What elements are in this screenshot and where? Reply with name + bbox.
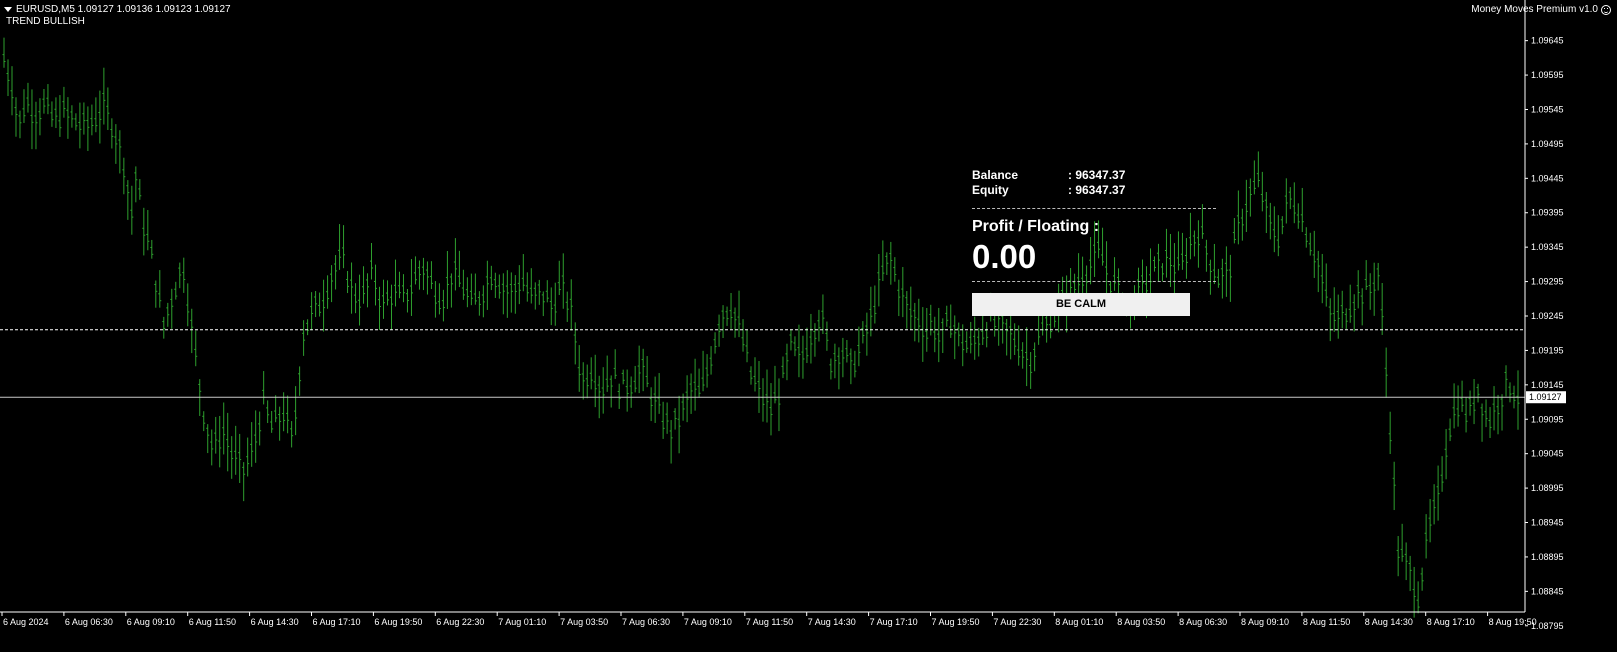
- x-tick-label: 7 Aug 22:30: [993, 617, 1041, 627]
- symbol-quote: EURUSD,M5 1.09127 1.09136 1.09123 1.0912…: [16, 4, 231, 15]
- dropdown-arrow-icon[interactable]: [4, 7, 12, 12]
- price-chart[interactable]: 1.09645 1.09595 1.09545 1.09495 1.09445 1.093…: [0, 0, 1617, 652]
- y-tick-label: 1.09545: [1531, 104, 1564, 114]
- equity-label: Equity: [972, 183, 1009, 197]
- x-tick-label: 7 Aug 09:10: [684, 617, 732, 627]
- divider: [972, 281, 1216, 282]
- x-tick-label: 7 Aug 17:10: [870, 617, 918, 627]
- y-tick-label: 1.08995: [1531, 483, 1564, 493]
- x-tick-label: 6 Aug 09:10: [127, 617, 175, 627]
- x-tick-label: 8 Aug 06:30: [1179, 617, 1227, 627]
- x-tick-label: 7 Aug 19:50: [932, 617, 980, 627]
- y-tick-label: 1.09495: [1531, 139, 1564, 149]
- x-tick-label: 8 Aug 11:50: [1303, 617, 1350, 627]
- account-panel: Balance : 96347.37 Equity : 96347.37 Pro…: [972, 168, 1216, 316]
- y-tick-label: 1.09095: [1531, 414, 1564, 424]
- current-price-label: 1.09127: [1529, 392, 1562, 402]
- be-calm-button[interactable]: BE CALM: [972, 293, 1190, 316]
- y-tick-label: 1.09595: [1531, 70, 1564, 80]
- x-tick-label: 7 Aug 01:10: [498, 617, 546, 627]
- y-tick-label: 1.08945: [1531, 518, 1564, 528]
- y-tick-label: 1.09445: [1531, 173, 1564, 183]
- y-tick-label: 1.09045: [1531, 449, 1564, 459]
- x-tick-label: 6 Aug 14:30: [251, 617, 299, 627]
- chart-window[interactable]: 1.09645 1.09595 1.09545 1.09495 1.09445 1.093…: [0, 0, 1617, 652]
- y-tick-label: 1.09145: [1531, 380, 1564, 390]
- balance-value: : 96347.37: [1068, 168, 1126, 182]
- y-tick-label: 1.09295: [1531, 277, 1564, 287]
- x-tick-label: 6 Aug 17:10: [313, 617, 361, 627]
- y-tick-label: 1.09245: [1531, 311, 1564, 321]
- ea-name: Money Moves Premium v1.0: [1471, 4, 1598, 15]
- x-tick-label: 8 Aug 19:50: [1489, 617, 1537, 627]
- x-tick-label: 6 Aug 06:30: [65, 617, 113, 627]
- balance-row: Balance : 96347.37: [972, 168, 1202, 183]
- trend-status: TREND BULLISH: [6, 16, 85, 27]
- divider: [972, 208, 1216, 209]
- x-tick-label: 6 Aug 11:50: [189, 617, 236, 627]
- x-tick-label: 6 Aug 19:50: [374, 617, 422, 627]
- profit-label: Profit / Floating :: [972, 218, 1100, 235]
- x-tick-label: 7 Aug 14:30: [808, 617, 856, 627]
- x-tick-label: 8 Aug 17:10: [1427, 617, 1475, 627]
- y-tick-label: 1.09195: [1531, 345, 1564, 355]
- x-tick-label: 6 Aug 22:30: [436, 617, 484, 627]
- symbol-header: EURUSD,M5 1.09127 1.09136 1.09123 1.0912…: [4, 4, 231, 15]
- x-tick-label: 8 Aug 14:30: [1365, 617, 1413, 627]
- x-tick-label: 6 Aug 2024: [3, 617, 49, 627]
- x-tick-label: 8 Aug 09:10: [1241, 617, 1289, 627]
- balance-label: Balance: [972, 168, 1019, 182]
- x-tick-label: 7 Aug 11:50: [746, 617, 793, 627]
- x-tick-label: 8 Aug 03:50: [1117, 617, 1165, 627]
- y-tick-label: 1.08845: [1531, 586, 1564, 596]
- y-tick-label: 1.09395: [1531, 208, 1564, 218]
- equity-row: Equity : 96347.37: [972, 183, 1202, 198]
- x-tick-label: 7 Aug 03:50: [560, 617, 608, 627]
- x-tick-label: 7 Aug 06:30: [622, 617, 670, 627]
- y-tick-label: 1.08895: [1531, 552, 1564, 562]
- y-tick-label: 1.09645: [1531, 36, 1564, 46]
- expert-advisor-label[interactable]: Money Moves Premium v1.0: [1471, 4, 1611, 15]
- y-tick-label: 1.09345: [1531, 242, 1564, 252]
- smiley-icon[interactable]: [1601, 4, 1611, 15]
- profit-value: 0.00: [972, 238, 1037, 275]
- x-tick-label: 8 Aug 01:10: [1055, 617, 1103, 627]
- equity-value: : 96347.37: [1068, 183, 1126, 197]
